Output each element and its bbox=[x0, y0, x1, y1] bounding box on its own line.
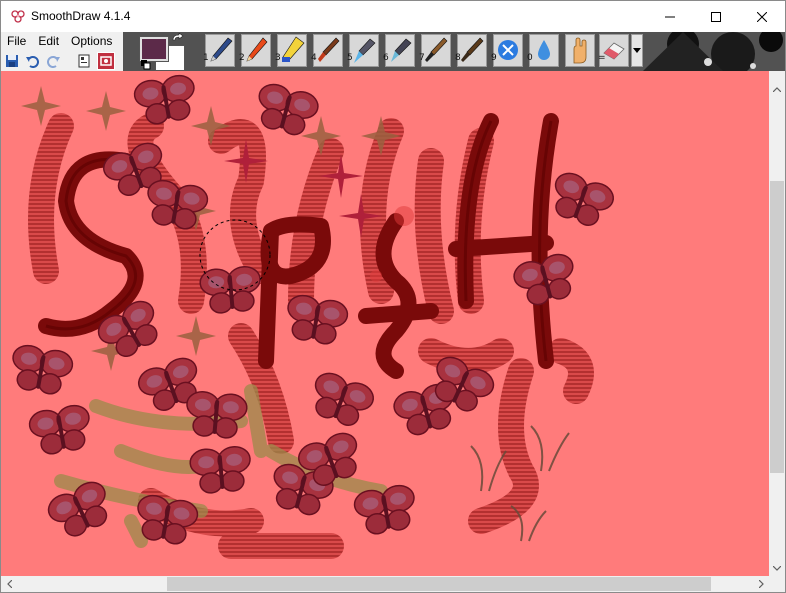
maximize-icon bbox=[711, 11, 721, 22]
highlighter-icon bbox=[282, 36, 305, 62]
quick-toolbar bbox=[1, 50, 123, 71]
hand-icon bbox=[573, 37, 587, 64]
tool-number-0: 0 bbox=[527, 53, 533, 63]
tool-highlighter[interactable] bbox=[277, 34, 307, 67]
tool-oil-brush[interactable] bbox=[457, 34, 487, 67]
tool-number-3: 3 bbox=[275, 53, 281, 63]
foreground-color-swatch[interactable] bbox=[139, 36, 169, 62]
spray-icon bbox=[391, 38, 412, 62]
vertical-scrollbar[interactable] bbox=[769, 81, 785, 576]
minimize-icon bbox=[665, 16, 675, 17]
drawing-canvas[interactable] bbox=[1, 71, 769, 576]
maximize-button[interactable] bbox=[693, 1, 739, 32]
tool-number-5: 5 bbox=[347, 53, 353, 63]
tool-number-2: 2 bbox=[239, 53, 245, 63]
layers-button[interactable] bbox=[75, 52, 93, 70]
pen-icon bbox=[210, 37, 233, 62]
tool-number-1: 1 bbox=[203, 53, 209, 63]
tool-number-4: 4 bbox=[311, 53, 317, 63]
canvas-artwork bbox=[7, 72, 618, 559]
tool-water-drop[interactable] bbox=[529, 34, 559, 67]
save-button[interactable] bbox=[3, 52, 21, 70]
brush-settings-button[interactable] bbox=[97, 52, 115, 70]
airbrush-icon bbox=[354, 38, 376, 63]
chevron-down-icon bbox=[773, 565, 781, 571]
tool-pen[interactable] bbox=[205, 34, 235, 67]
layers-icon bbox=[78, 54, 90, 68]
tool-number-7: 7 bbox=[419, 53, 425, 63]
vertical-scroll-thumb[interactable] bbox=[770, 181, 784, 473]
brush-icon bbox=[318, 37, 340, 62]
chevron-up-icon bbox=[773, 86, 781, 92]
title-bar: SmoothDraw 4.1.4 bbox=[1, 1, 785, 32]
minimize-button[interactable] bbox=[647, 1, 693, 32]
scroll-down-button[interactable] bbox=[769, 560, 785, 576]
tool-paint-brush[interactable] bbox=[421, 34, 451, 67]
oil-brush-icon bbox=[461, 37, 484, 62]
tool-spray[interactable] bbox=[385, 34, 415, 67]
image-hose-icon bbox=[498, 40, 518, 60]
color-selector bbox=[137, 33, 197, 71]
pencil-icon bbox=[246, 37, 268, 62]
scroll-up-button[interactable] bbox=[769, 81, 785, 97]
floppy-disk-icon bbox=[6, 55, 18, 67]
app-logo-icon bbox=[11, 10, 25, 23]
tools-dropdown-button[interactable] bbox=[631, 34, 643, 67]
undo-button[interactable] bbox=[23, 52, 41, 70]
scrollbar-corner bbox=[769, 576, 785, 592]
app-window: SmoothDraw 4.1.4 File Edit Options 1 2 3… bbox=[0, 0, 786, 593]
water-drop-icon bbox=[538, 40, 550, 60]
tool-number-9: 9 bbox=[491, 53, 497, 63]
menu-options[interactable]: Options bbox=[65, 32, 118, 50]
chevron-down-icon bbox=[633, 47, 641, 53]
redo-icon bbox=[47, 56, 60, 68]
close-button[interactable] bbox=[739, 1, 785, 32]
paint-brush-icon bbox=[425, 37, 448, 62]
tool-number-8: 8 bbox=[455, 53, 461, 63]
tool-pencil[interactable] bbox=[241, 34, 271, 67]
menu-file[interactable]: File bbox=[1, 32, 32, 50]
close-icon bbox=[757, 11, 767, 22]
brush-settings-icon bbox=[100, 56, 112, 66]
menu-bar: File Edit Options bbox=[1, 32, 123, 50]
scroll-left-button[interactable] bbox=[1, 576, 17, 592]
reset-colors-icon[interactable] bbox=[141, 60, 151, 70]
tool-airbrush[interactable] bbox=[349, 34, 379, 67]
window-title: SmoothDraw 4.1.4 bbox=[31, 9, 131, 23]
tool-image-hose[interactable] bbox=[493, 34, 523, 67]
swap-colors-icon[interactable] bbox=[171, 33, 185, 43]
tool-number-eraser: = bbox=[598, 53, 606, 63]
chevron-left-icon bbox=[6, 580, 12, 588]
tool-brush[interactable] bbox=[313, 34, 343, 67]
chevron-right-icon bbox=[758, 580, 764, 588]
tool-hand[interactable] bbox=[565, 34, 595, 67]
redo-button[interactable] bbox=[45, 52, 63, 70]
scroll-right-button[interactable] bbox=[753, 576, 769, 592]
horizontal-scroll-thumb[interactable] bbox=[167, 577, 711, 591]
tool-number-6: 6 bbox=[383, 53, 389, 63]
horizontal-scrollbar[interactable] bbox=[1, 576, 769, 592]
undo-icon bbox=[26, 56, 39, 68]
menu-edit[interactable]: Edit bbox=[32, 32, 65, 50]
